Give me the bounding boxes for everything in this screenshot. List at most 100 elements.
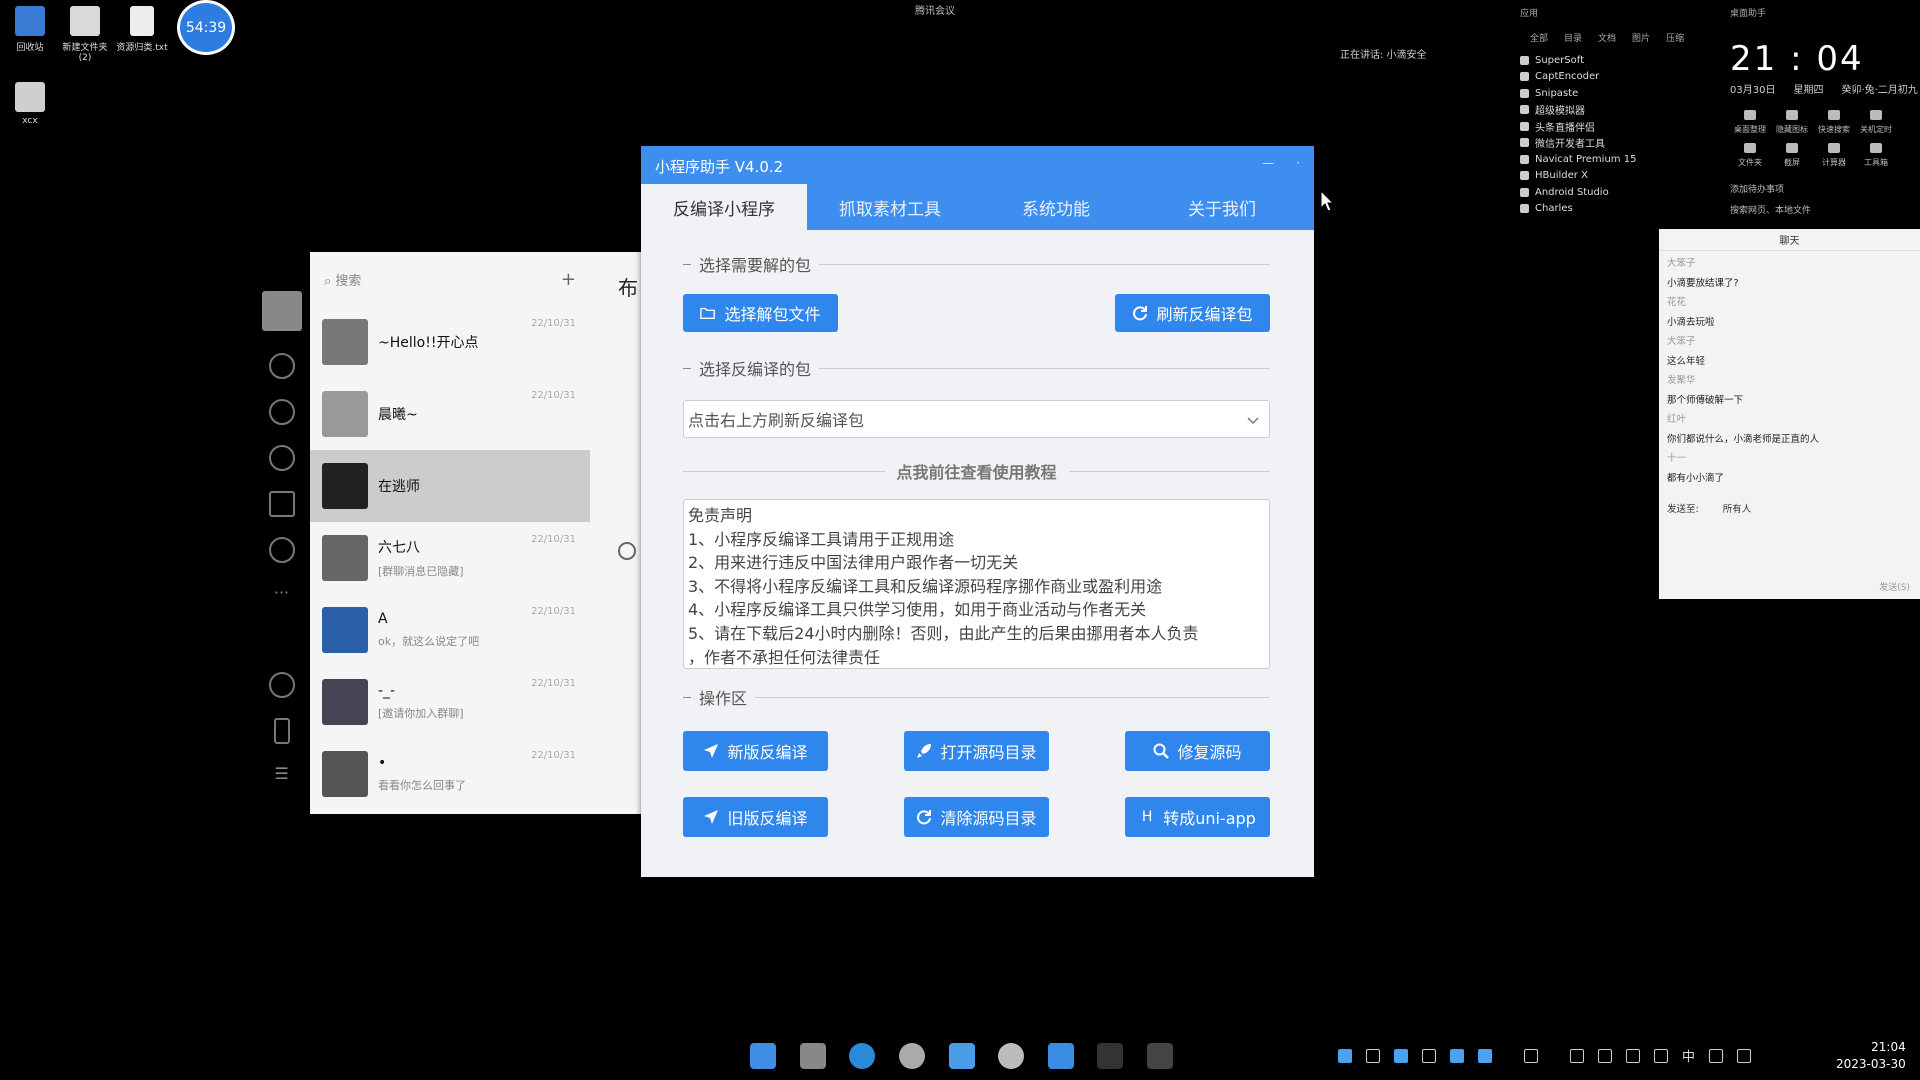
chat-list-item[interactable]: Aok，就这么说定了吧 22/10/31 [310,594,590,666]
window-titlebar[interactable]: 小程序助手 V4.0.2 — · [641,146,1314,184]
folder-icon[interactable] [268,491,295,517]
chat-window-header[interactable]: 聊天 [1659,229,1920,251]
tray-app-icon[interactable] [1338,1048,1352,1063]
app-shortcut[interactable]: HBuilder X [1520,168,1720,185]
open-source-dir-button[interactable]: 打开源码目录 [904,731,1049,771]
tab-decompile[interactable]: 反编译小程序 [641,184,807,230]
decompile-package-select[interactable]: 点击右上方刷新反编译包 [683,400,1270,438]
apps-tab[interactable]: 目录 [1564,31,1582,44]
shield-icon[interactable] [1394,1048,1408,1063]
phone-icon[interactable] [273,718,290,744]
app-shortcut[interactable]: SuperSoft [1520,52,1720,69]
helper-app-icon[interactable] [1147,1043,1173,1069]
app-shortcut[interactable]: Snipaste [1520,85,1720,102]
chat-list-item[interactable]: 晨曦~ 22/10/31 [310,378,590,450]
recording-timer-badge[interactable]: 54:39 [177,0,235,55]
chrome-icon[interactable] [899,1043,925,1069]
tray-app-icon[interactable] [1422,1048,1436,1063]
app-shortcut[interactable]: 微信开发者工具 [1520,135,1720,152]
app-shortcut[interactable]: 头条直播伴侣 [1520,118,1720,135]
file-explorer-icon[interactable] [800,1043,826,1069]
repair-source-button[interactable]: 修复源码 [1125,731,1270,771]
old-decompile-button[interactable]: 旧版反编译 [683,797,828,837]
chat-list-item[interactable]: ~Hello!!开心点 22/10/31 [310,306,590,378]
desktop-icon-xcx[interactable]: xcx [0,82,60,126]
ime-indicator[interactable]: 中 [1682,1046,1695,1065]
tool-button[interactable]: 计算器 [1814,143,1854,168]
app-shortcut[interactable]: Charles [1520,201,1720,218]
desktop-icon-recycle-bin[interactable]: 回收站 [0,6,60,53]
search-input[interactable]: ⌕ 搜索 [324,270,361,289]
chat-list-item[interactable]: 在逃师 [310,450,590,522]
chat-title: 布 [618,276,638,300]
tutorial-link[interactable]: 点我前往查看使用教程 [897,459,1057,483]
tool-button[interactable]: 桌面整理 [1730,110,1770,135]
tab-about[interactable]: 关于我们 [1139,184,1305,230]
emoji-icon[interactable] [618,542,636,560]
meeting-app-icon[interactable] [1048,1043,1074,1069]
send-to-select[interactable]: 所有人 [1723,501,1752,515]
chat-list-item[interactable]: 六七八 [群聊消息已隐藏] 22/10/31 [310,522,590,594]
todo-link[interactable]: 添加待办事项 [1730,182,1920,195]
app-shortcut[interactable]: Android Studio [1520,184,1720,201]
app-shortcut[interactable]: CaptEncoder [1520,69,1720,86]
taskbar-clock[interactable]: 21:04 2023-03-30 [1836,1039,1906,1073]
start-icon[interactable] [750,1043,776,1069]
tool-button[interactable]: 工具箱 [1856,143,1896,168]
tool-button[interactable]: 隐藏图标 [1772,110,1812,135]
desktop-icon-new-folder[interactable]: 新建文件夹 (2) [55,6,115,63]
tray-app-icon[interactable] [1450,1048,1464,1063]
app-icon[interactable] [949,1043,975,1069]
wechat-icon[interactable] [998,1043,1024,1069]
add-icon[interactable]: + [561,269,576,290]
new-decompile-button[interactable]: 新版反编译 [683,731,828,771]
tool-button[interactable]: 截屏 [1772,143,1812,168]
app-shortcut[interactable]: 超级模拟器 [1520,102,1720,119]
user-avatar[interactable] [261,291,302,331]
tool-button[interactable]: 文件夹 [1730,143,1770,168]
send-button[interactable]: 发送(S) [1879,580,1910,593]
apps-tab[interactable]: 全部 [1530,31,1548,44]
tool-icon [1870,110,1882,120]
menu-icon[interactable]: ☰ [253,764,310,783]
contact-name: 六七八 [378,540,420,556]
display-icon[interactable] [1709,1048,1724,1063]
tool-button[interactable]: 快速搜索 [1814,110,1854,135]
more-icon[interactable]: ··· [253,583,310,602]
minimize-icon[interactable]: — [1262,156,1274,174]
tab-asset-tools[interactable]: 抓取素材工具 [807,184,973,230]
button-label: 旧版反编译 [727,809,808,828]
meeting-indicator[interactable]: 腾讯会议 [915,2,955,17]
devtools-icon[interactable] [1097,1043,1123,1069]
tab-system[interactable]: 系统功能 [973,184,1139,230]
tool-button[interactable]: 关机定时 [1856,110,1896,135]
edge-icon[interactable] [849,1043,875,1069]
chat-icon[interactable] [268,353,295,379]
grid-icon[interactable] [1598,1048,1612,1063]
clear-source-dir-button[interactable]: 清除源码目录 [904,797,1049,837]
battery-icon[interactable] [1626,1048,1640,1063]
tray-app-icon[interactable] [1478,1048,1492,1063]
chat-list-item[interactable]: -_- [邀请你加入群聊] 22/10/31 [310,666,590,738]
wifi-icon[interactable] [1570,1048,1584,1063]
contacts-icon[interactable] [268,399,295,425]
close-icon[interactable]: · [1296,156,1300,174]
tray-network-icon[interactable] [1366,1048,1380,1063]
refresh-decompile-package-button[interactable]: 刷新反编译包 [1115,294,1270,332]
convert-uniapp-button[interactable]: H 转成uni-app [1125,797,1270,837]
apps-tab[interactable]: 压缩 [1666,31,1684,44]
moments-icon[interactable] [268,537,295,563]
clock-search[interactable]: 搜索网页、本地文件 [1730,203,1920,216]
box-icon[interactable] [268,445,295,471]
mini-program-icon[interactable] [268,672,295,698]
apps-tab[interactable]: 文档 [1598,31,1616,44]
select-unpack-file-button[interactable]: 选择解包文件 [683,294,838,332]
chat-list-item[interactable]: • 看看你怎么回事了 22/10/31 [310,738,590,810]
volume-icon[interactable] [1737,1048,1752,1063]
desktop-icon-txt-file[interactable]: 资源归类.txt [112,6,172,53]
microphone-icon[interactable] [1654,1048,1668,1063]
apps-tab[interactable]: 图片 [1632,31,1650,44]
monitor-icon[interactable] [1524,1048,1538,1063]
app-shortcut[interactable]: Navicat Premium 15 [1520,151,1720,168]
disclaimer-textarea[interactable]: 免责声明 1、小程序反编译工具请用于正规用途 2、用来进行违反中国法律用户跟作者… [683,499,1270,669]
